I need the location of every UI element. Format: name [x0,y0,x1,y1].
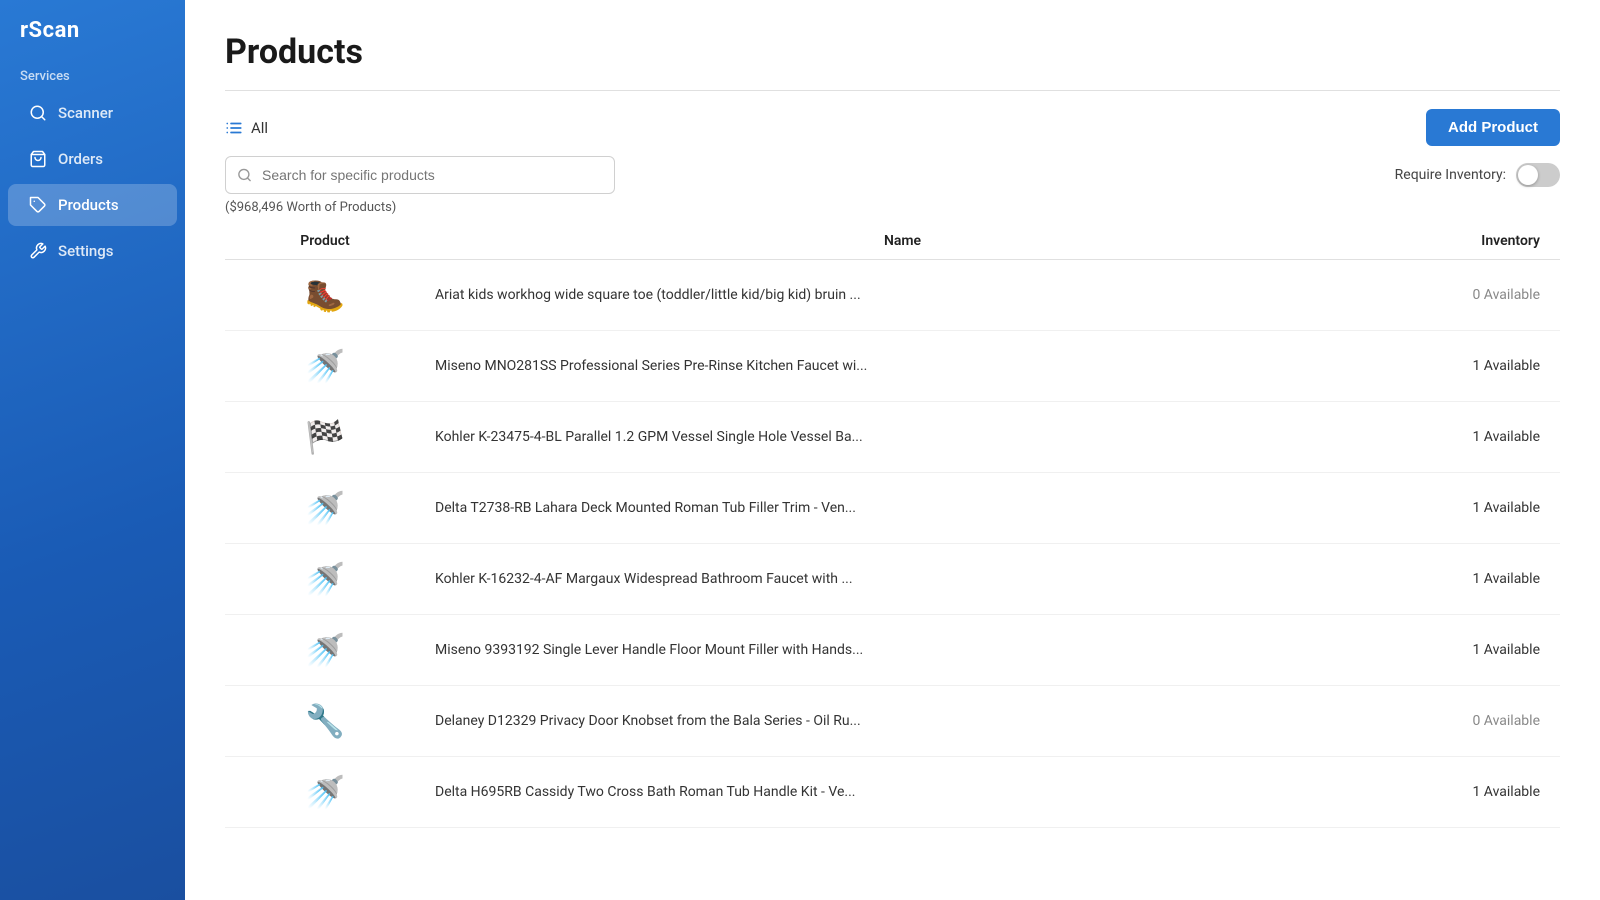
all-filter[interactable]: All [225,119,268,137]
table-row[interactable]: 🚿 Miseno MNO281SS Professional Series Pre… [225,331,1560,402]
product-name-cell: Delta T2738-RB Lahara Deck Mounted Roman… [425,500,1380,516]
product-name-cell: Miseno MNO281SS Professional Series Pre-… [425,358,1380,374]
toolbar: All Add Product [185,91,1600,156]
product-image-icon: 🚿 [301,765,349,819]
main-header: Products [185,0,1600,91]
product-name-cell: Kohler K-23475-4-BL Parallel 1.2 GPM Ves… [425,429,1380,445]
product-image-icon: 🚿 [301,552,349,606]
main-content: Products All Add Product [185,0,1600,900]
product-inventory-cell: 1 Available [1380,784,1560,800]
products-label: Products [58,196,119,214]
sidebar-section-label: Services [0,59,185,90]
product-image-icon: 🔧 [301,694,349,748]
product-name-cell: Kohler K-16232-4-AF Margaux Widespread B… [425,571,1380,587]
product-inventory-cell: 1 Available [1380,571,1560,587]
table-row[interactable]: 🚿 Delta T2738-RB Lahara Deck Mounted Roma… [225,473,1560,544]
product-inventory-cell: 1 Available [1380,500,1560,516]
product-image-cell: 🚿 [225,757,425,827]
products-table: Product Name Inventory 🥾 Ariat kids workh… [185,223,1600,900]
sidebar: rScan Services Scanner Orders [0,0,185,900]
product-image-cell: 🏁 [225,402,425,472]
product-image-cell: 🚿 [225,615,425,685]
product-image-icon: 🥾 [301,268,349,322]
table-header: Product Name Inventory [225,223,1560,260]
add-product-button[interactable]: Add Product [1426,109,1560,146]
table-body: 🥾 Ariat kids workhog wide square toe (tod… [225,260,1560,828]
col-product: Product [225,233,425,249]
page-title: Products [225,32,1560,72]
product-image-cell: 🚿 [225,331,425,401]
app-logo: rScan [0,0,185,59]
product-image-cell: 🚿 [225,544,425,614]
table-row[interactable]: 🥾 Ariat kids workhog wide square toe (tod… [225,260,1560,331]
search-input[interactable] [225,156,615,194]
sidebar-item-scanner[interactable]: Scanner [8,92,177,134]
product-name-cell: Miseno 9393192 Single Lever Handle Floor… [425,642,1380,658]
filter-icon [225,119,243,137]
product-inventory-cell: 1 Available [1380,429,1560,445]
orders-icon [28,149,48,169]
orders-label: Orders [58,150,103,168]
col-name: Name [425,233,1380,249]
toggle-knob [1518,165,1538,185]
require-inventory-label: Require Inventory: [1395,167,1506,183]
sidebar-item-products[interactable]: Products [8,184,177,226]
search-icon [237,168,252,183]
require-inventory-row: Require Inventory: [1395,163,1560,187]
table-row[interactable]: 🚿 Kohler K-16232-4-AF Margaux Widespread … [225,544,1560,615]
table-row[interactable]: 🚿 Miseno 9393192 Single Lever Handle Floo… [225,615,1560,686]
product-image-icon: 🚿 [301,339,349,393]
sidebar-item-orders[interactable]: Orders [8,138,177,180]
product-image-icon: 🏁 [301,410,349,464]
product-name-cell: Delaney D12329 Privacy Door Knobset from… [425,713,1380,729]
scanner-label: Scanner [58,104,113,122]
sidebar-item-settings[interactable]: Settings [8,230,177,272]
all-filter-label: All [251,119,268,137]
product-image-icon: 🚿 [301,481,349,535]
worth-label: ($968,496 Worth of Products) [185,198,1600,223]
search-bar-row: Require Inventory: [185,156,1600,198]
product-inventory-cell: 1 Available [1380,358,1560,374]
settings-label: Settings [58,242,114,260]
product-image-cell: 🔧 [225,686,425,756]
product-image-cell: 🚿 [225,473,425,543]
table-row[interactable]: 🔧 Delaney D12329 Privacy Door Knobset fro… [225,686,1560,757]
product-image-cell: 🥾 [225,260,425,330]
scanner-icon [28,103,48,123]
col-inventory: Inventory [1380,233,1560,249]
products-icon [28,195,48,215]
product-inventory-cell: 1 Available [1380,642,1560,658]
search-wrapper [225,156,615,194]
settings-icon [28,241,48,261]
table-row[interactable]: 🏁 Kohler K-23475-4-BL Parallel 1.2 GPM Ve… [225,402,1560,473]
product-name-cell: Ariat kids workhog wide square toe (todd… [425,287,1380,303]
product-inventory-cell: 0 Available [1380,713,1560,729]
product-name-cell: Delta H695RB Cassidy Two Cross Bath Roma… [425,784,1380,800]
product-image-icon: 🚿 [301,623,349,677]
require-inventory-toggle[interactable] [1516,163,1560,187]
product-inventory-cell: 0 Available [1380,287,1560,303]
table-row[interactable]: 🚿 Delta H695RB Cassidy Two Cross Bath Rom… [225,757,1560,828]
